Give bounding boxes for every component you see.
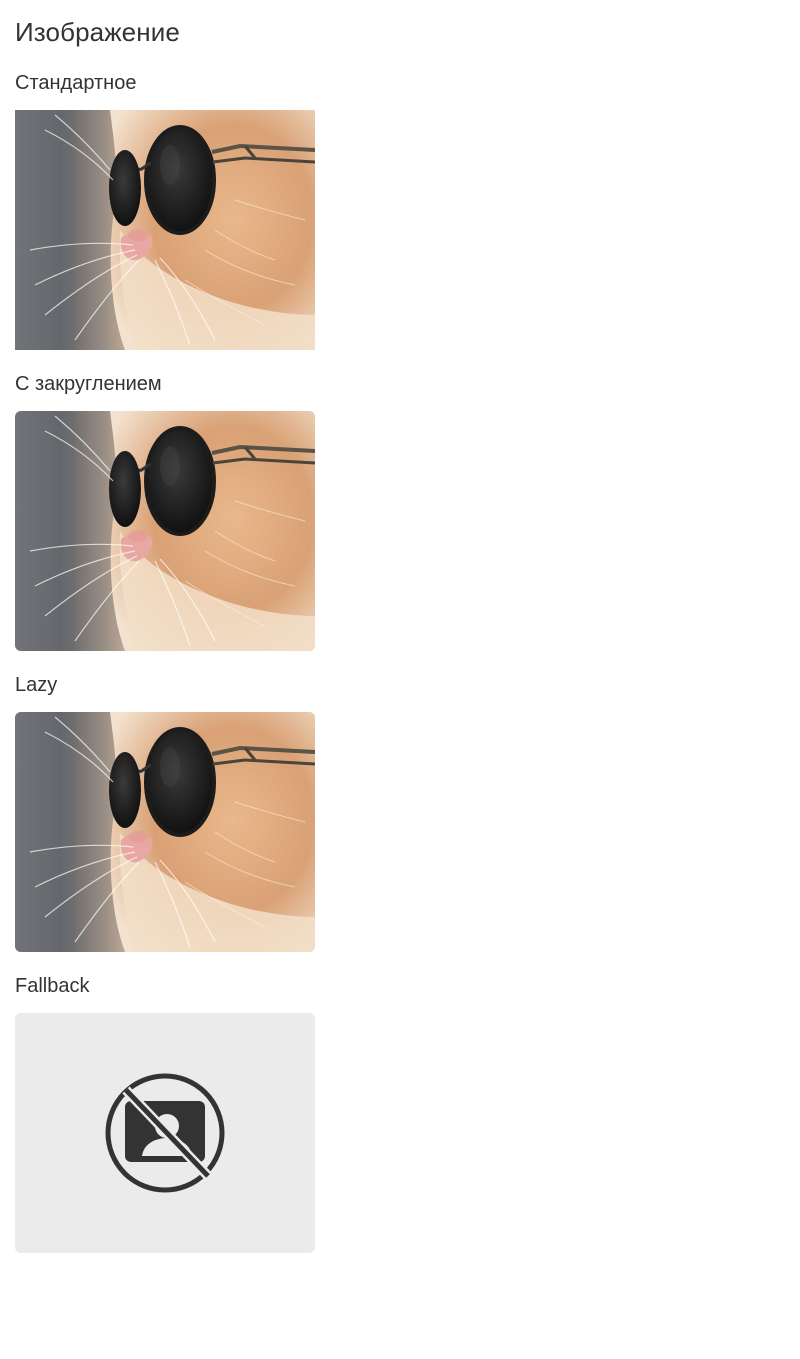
cat-photo	[15, 110, 315, 350]
fallback-image	[15, 1013, 315, 1253]
section-title-standard: Стандартное	[15, 72, 137, 94]
section-lazy: Lazy	[15, 673, 785, 952]
section-rounded: С закруглением	[15, 372, 785, 651]
cat-photo	[15, 411, 315, 651]
page-title: Изображение	[15, 17, 180, 47]
no-image-icon	[105, 1073, 225, 1193]
page: Изображение Стандартное С закруглением L…	[0, 0, 800, 1253]
section-title-fallback: Fallback	[15, 975, 90, 997]
rounded-image	[15, 411, 315, 651]
cat-photo	[15, 712, 315, 952]
standard-image	[15, 110, 315, 350]
section-title-rounded: С закруглением	[15, 373, 162, 395]
lazy-image	[15, 712, 315, 952]
section-fallback: Fallback	[15, 974, 785, 1253]
section-standard: Стандартное	[15, 71, 785, 350]
section-title-lazy: Lazy	[15, 674, 58, 696]
